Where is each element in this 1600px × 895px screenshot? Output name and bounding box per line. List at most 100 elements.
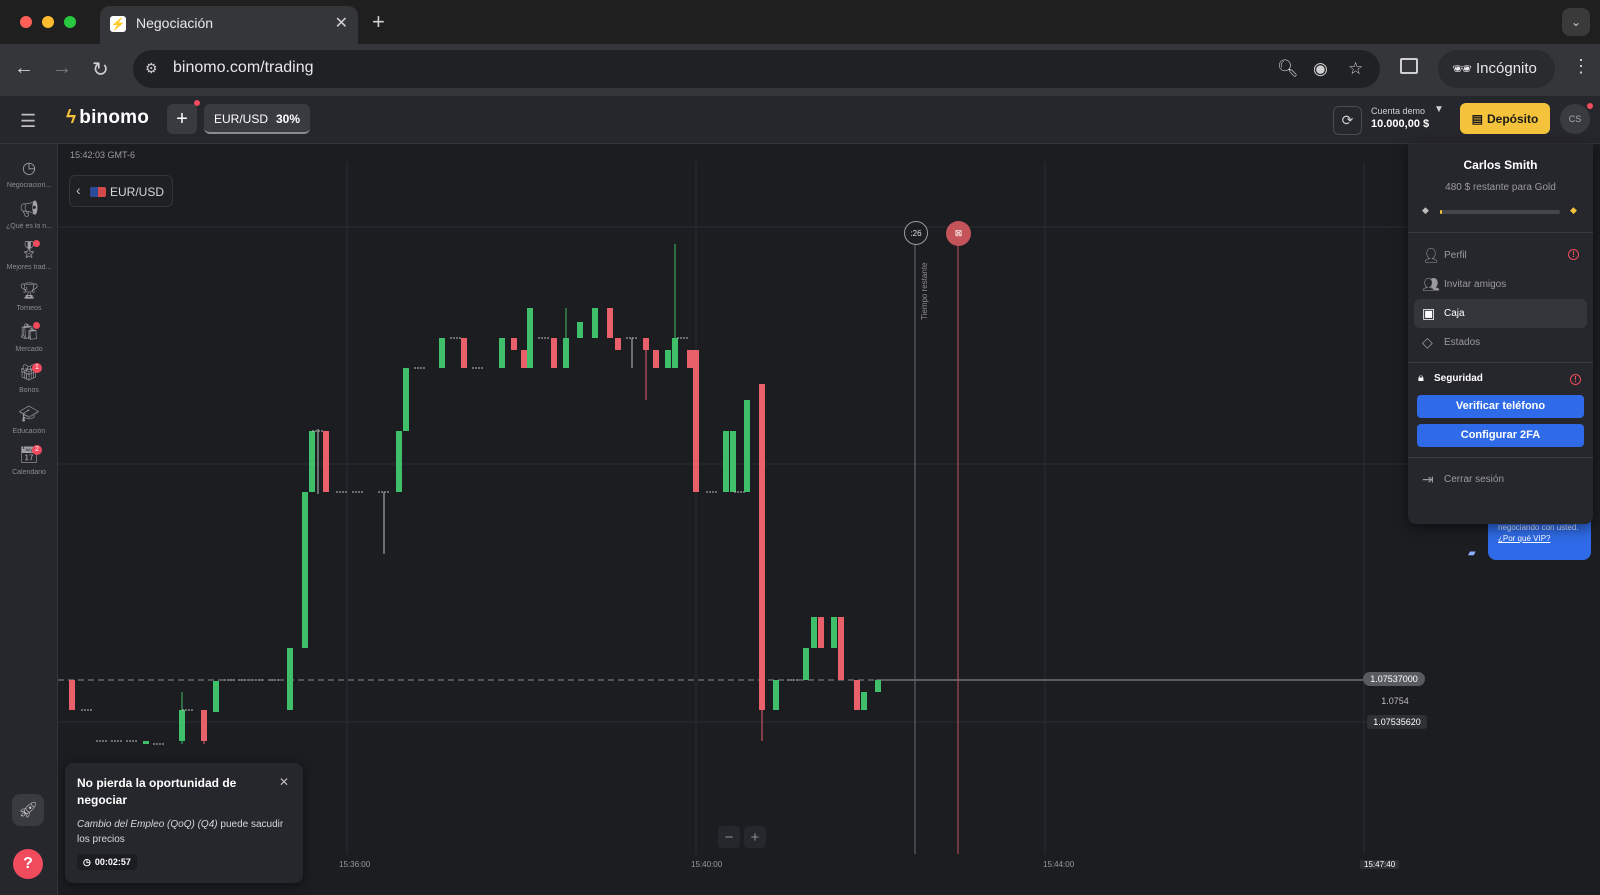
- maximize-window-button[interactable]: [64, 16, 76, 28]
- minimize-window-button[interactable]: [42, 16, 54, 28]
- menu-item-logout[interactable]: ⇥ Cerrar sesión: [1414, 465, 1587, 494]
- gold-progress-bar: [1440, 210, 1560, 214]
- menu-item-cashier[interactable]: ▣ Caja: [1414, 299, 1587, 328]
- close-window-button[interactable]: [20, 16, 32, 28]
- gold-gem-icon: ◆: [1570, 205, 1577, 215]
- time-remaining-badge: :26: [904, 221, 928, 245]
- sidebar-item-label: Negociacion...: [6, 182, 52, 189]
- sidebar-item-tournaments[interactable]: 🏆︎ Torneos: [0, 283, 58, 323]
- menu-item-statuses[interactable]: ◇ Estados: [1414, 328, 1587, 357]
- account-dropdown-caret-icon[interactable]: ▼: [1434, 104, 1444, 115]
- sidebar-item-top-traders[interactable]: 🎖︎ Mejores trad...: [0, 240, 58, 282]
- sidebar-badge-dot: [33, 322, 40, 329]
- vip-message-text: negociando con usted.: [1498, 523, 1579, 532]
- candle-body: [818, 617, 824, 648]
- mortarboard-icon: 🎓︎: [18, 406, 40, 423]
- refill-demo-button[interactable]: ⟳: [1333, 106, 1362, 135]
- bolt-logo-icon: ϟ: [66, 107, 77, 128]
- sidebar-item-trading[interactable]: ◷ Negociacion...: [0, 160, 58, 200]
- menu-item-profile[interactable]: 👤︎ Perfil !: [1414, 241, 1587, 270]
- menu-item-label: Estados: [1444, 337, 1481, 348]
- zoom-in-icon[interactable]: +: [744, 826, 766, 848]
- profile-name: Carlos Smith: [1463, 158, 1538, 172]
- candle-body: [861, 692, 867, 710]
- logo-text: binomo: [79, 107, 150, 128]
- tab-search-chevron-icon[interactable]: ⌄: [1562, 8, 1590, 36]
- zoom-icon[interactable]: 🔍︎: [1277, 59, 1299, 79]
- side-panel-icon[interactable]: [1400, 58, 1418, 74]
- candle-body: [607, 308, 613, 338]
- security-section-header: 🔒︎ Seguridad !: [1418, 372, 1583, 388]
- asset-tab-eurusd[interactable]: EUR/USD 30%: [204, 104, 310, 134]
- verify-phone-button[interactable]: Verificar teléfono: [1417, 395, 1584, 418]
- candle-body: [643, 338, 649, 350]
- candle-body: [551, 338, 557, 368]
- avatar[interactable]: CS: [1560, 104, 1590, 134]
- candle-body: [653, 350, 659, 368]
- candle-body: [179, 710, 185, 741]
- sidebar-item-label: Calendario: [12, 469, 46, 476]
- candle-body: [693, 350, 699, 492]
- silver-gem-icon: ◆: [1422, 205, 1429, 215]
- vip-link[interactable]: ¿Por qué VIP?: [1498, 534, 1550, 543]
- add-asset-button[interactable]: +: [167, 104, 197, 134]
- sidebar-item-bonuses[interactable]: 🎁︎ 1 Bonos: [0, 363, 58, 405]
- configure-2fa-button[interactable]: Configurar 2FA: [1417, 424, 1584, 447]
- candle-body: [527, 308, 533, 368]
- tracking-protection-eye-icon[interactable]: ◉: [1313, 59, 1328, 79]
- candle-body: [143, 741, 149, 744]
- menu-item-invite-friends[interactable]: 👥︎ Invitar amigos: [1414, 270, 1587, 299]
- rocket-icon[interactable]: 🚀︎: [12, 794, 44, 826]
- bookmark-star-icon[interactable]: ☆: [1348, 59, 1363, 79]
- candle-body: [563, 338, 569, 368]
- incognito-indicator[interactable]: 🕶︎ Incógnito: [1438, 50, 1555, 88]
- x-axis-label: 15:44:00: [1043, 860, 1075, 869]
- browser-tab-bar: ⚡ Negociación ✕ + ⌄: [0, 0, 1600, 44]
- candle-body: [439, 338, 445, 368]
- notification-event: Cambio del Empleo (QoQ) (Q4): [77, 819, 218, 830]
- menu-item-label: Caja: [1444, 308, 1465, 319]
- candle-body: [511, 338, 517, 350]
- new-tab-icon[interactable]: +: [372, 9, 385, 35]
- divider: [1408, 362, 1593, 363]
- binomo-logo[interactable]: ϟ binomo: [66, 107, 149, 129]
- current-price-tag: 1.07537000: [1363, 672, 1425, 686]
- candle-body: [759, 384, 765, 710]
- url-text: binomo.com/trading: [173, 59, 314, 76]
- browser-menu-icon[interactable]: ⋮: [1572, 56, 1590, 77]
- sidebar-item-market[interactable]: 🛍︎ Mercado: [0, 322, 58, 364]
- candle-body: [687, 350, 693, 368]
- candle-body: [744, 400, 750, 492]
- zoom-out-icon[interactable]: −: [718, 826, 740, 848]
- deposit-button[interactable]: ▤ Depósito: [1460, 103, 1550, 134]
- notification-title: No pierda la oportunidad de negociar: [77, 776, 237, 807]
- candle-body: [69, 680, 75, 710]
- menu-item-label: Invitar amigos: [1444, 279, 1507, 290]
- sidebar-item-whats-new[interactable]: 📢︎ ¿Qué es lo n...: [0, 201, 58, 241]
- sidebar-item-education[interactable]: 🎓︎ Educación: [0, 406, 58, 446]
- candle-body: [665, 350, 671, 368]
- address-bar[interactable]: ⚙ binomo.com/trading 🔍︎ ◉ ☆: [133, 50, 1380, 88]
- strike-price-tag: 1.07535620: [1367, 715, 1427, 729]
- back-arrow-icon[interactable]: ←: [14, 57, 34, 80]
- forward-arrow-icon[interactable]: →: [52, 57, 72, 80]
- account-balance[interactable]: 10.000,00 $: [1371, 118, 1429, 130]
- reload-icon[interactable]: ↻: [92, 57, 109, 82]
- notification-close-icon[interactable]: ✕: [279, 775, 289, 789]
- candle-body: [309, 431, 315, 492]
- user-plus-icon: 👥︎: [1422, 276, 1440, 292]
- hamburger-menu-icon[interactable]: ☰: [20, 111, 36, 132]
- wallet-icon: ▣: [1422, 305, 1436, 321]
- browser-tab[interactable]: ⚡ Negociación ✕: [100, 6, 358, 44]
- help-button[interactable]: ?: [13, 849, 43, 879]
- asset-selector-button[interactable]: ‹ EUR/USD: [69, 175, 173, 207]
- sidebar-item-label: ¿Qué es lo n...: [6, 223, 52, 230]
- sidebar-item-calendar[interactable]: 📅︎ 2 Calendario: [0, 445, 58, 487]
- tab-close-icon[interactable]: ✕: [335, 13, 348, 33]
- warning-icon: !: [1570, 374, 1581, 385]
- site-settings-icon[interactable]: ⚙: [145, 60, 158, 77]
- account-type-label[interactable]: Cuenta demo: [1371, 106, 1425, 116]
- gift-icon: 🎁︎: [18, 365, 40, 382]
- candle-body: [723, 431, 729, 492]
- incognito-icon: 🕶︎: [1452, 61, 1473, 78]
